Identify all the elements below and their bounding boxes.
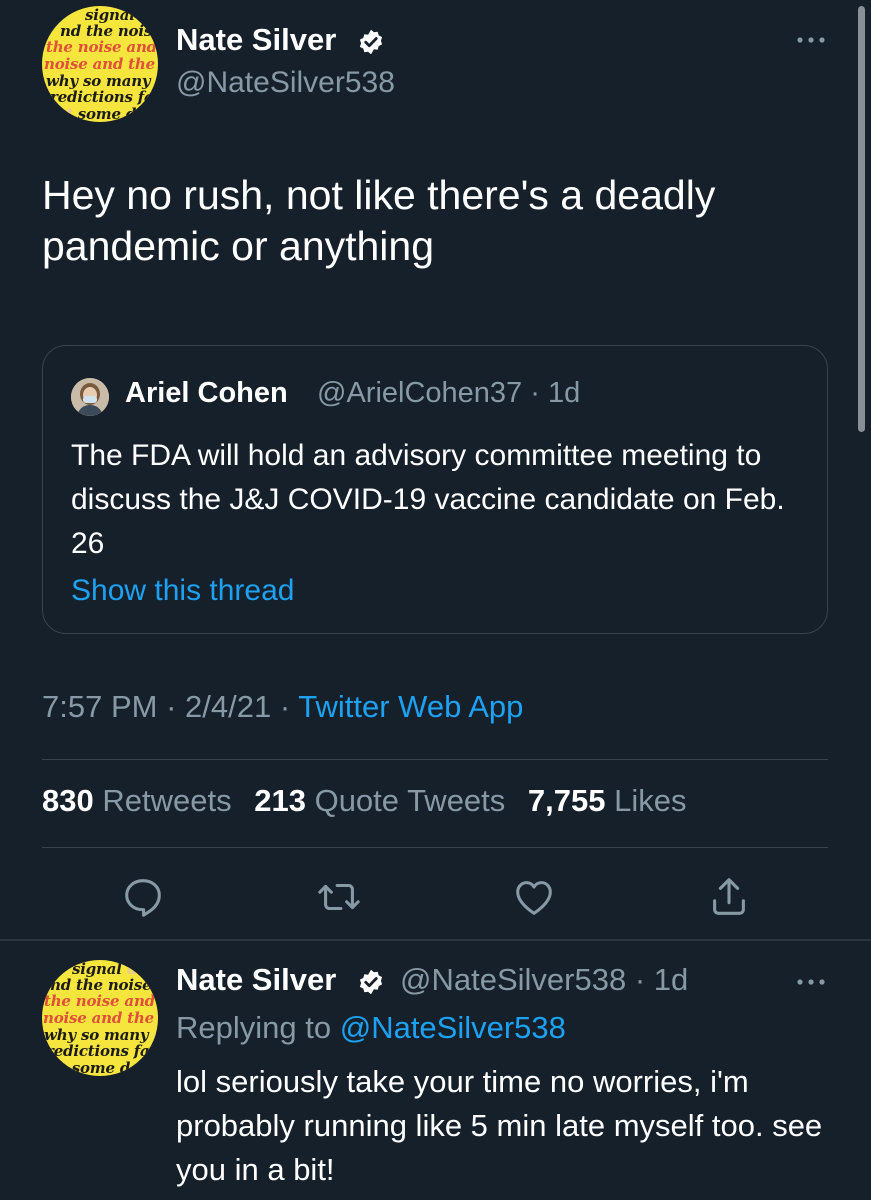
divider xyxy=(42,759,828,760)
reply-tweet-text: lol seriously take your time no worries,… xyxy=(176,1064,823,1187)
source-app-link[interactable]: Twitter Web App xyxy=(298,689,523,724)
replying-to-mention-link[interactable]: @NateSilver538 xyxy=(340,1010,566,1045)
author-handle[interactable]: @NateSilver538 xyxy=(176,66,395,100)
tweet-timestamp-row: 7:57 PM · 2/4/21 · Twitter Web App xyxy=(42,689,523,725)
more-options-icon[interactable] xyxy=(792,976,832,988)
more-options-icon[interactable] xyxy=(792,34,832,46)
meta-separator: · xyxy=(634,962,646,997)
reply-author-handle[interactable]: @NateSilver538 xyxy=(400,962,626,997)
show-thread-link[interactable]: Show this thread xyxy=(71,574,294,608)
quote-tweets-stat[interactable]: 213 Quote Tweets xyxy=(254,783,519,818)
meta-separator: · xyxy=(530,377,540,409)
quoted-author-meta: @ArielCohen37 · 1d xyxy=(317,377,580,410)
meta-separator: · xyxy=(166,689,177,724)
meta-separator: · xyxy=(279,689,291,724)
reply-author-name[interactable]: Nate Silver xyxy=(176,962,336,998)
divider xyxy=(0,939,871,941)
share-icon[interactable] xyxy=(706,874,752,920)
tweet-date: 2/4/21 xyxy=(185,689,272,724)
avatar[interactable]: signal an nd the noise the noise and th … xyxy=(42,960,158,1076)
retweets-stat[interactable]: 830 Retweets xyxy=(42,783,246,818)
person-masked-icon xyxy=(71,378,109,416)
quoted-time-ago: 1d xyxy=(547,377,581,409)
verified-badge-icon xyxy=(359,29,383,55)
verified-badge-icon xyxy=(359,969,383,995)
quoted-tweet-card[interactable]: Ariel Cohen @ArielCohen37 · 1d The FDA w… xyxy=(42,345,828,634)
likes-stat[interactable]: 7,755 Likes xyxy=(528,783,701,818)
quoted-tweet-text: The FDA will hold an advisory committee … xyxy=(71,439,785,560)
avatar-book-cover-art: signal a nd the noise a the noise and th… xyxy=(44,6,158,122)
avatar[interactable]: signal a nd the noise a the noise and th… xyxy=(42,6,158,122)
avatar-book-cover-art: signal an nd the noise the noise and th … xyxy=(43,960,158,1076)
author-name[interactable]: Nate Silver xyxy=(176,22,336,58)
divider xyxy=(42,847,828,848)
quoted-author-avatar[interactable] xyxy=(71,378,109,416)
like-icon[interactable] xyxy=(511,874,557,920)
engagement-stats: 830 Retweets 213 Quote Tweets 7,755 Like… xyxy=(42,783,701,819)
tweet-detail-screen: signal a nd the noise a the noise and th… xyxy=(0,0,871,1200)
replying-to-line: Replying to @NateSilver538 xyxy=(176,1010,566,1046)
reply-icon[interactable] xyxy=(120,874,166,920)
tweet-time: 7:57 PM xyxy=(42,689,158,724)
reply-author-meta: @NateSilver538 · 1d xyxy=(400,962,688,998)
reply-time-ago: 1d xyxy=(653,962,689,997)
quoted-author-handle[interactable]: @ArielCohen37 xyxy=(317,377,522,409)
tweet-text: Hey no rush, not like there's a deadly p… xyxy=(42,172,716,269)
retweet-icon[interactable] xyxy=(316,874,362,920)
quoted-author-name[interactable]: Ariel Cohen xyxy=(125,377,288,410)
replying-prefix: Replying to xyxy=(176,1010,332,1045)
scrollbar[interactable] xyxy=(858,6,865,432)
